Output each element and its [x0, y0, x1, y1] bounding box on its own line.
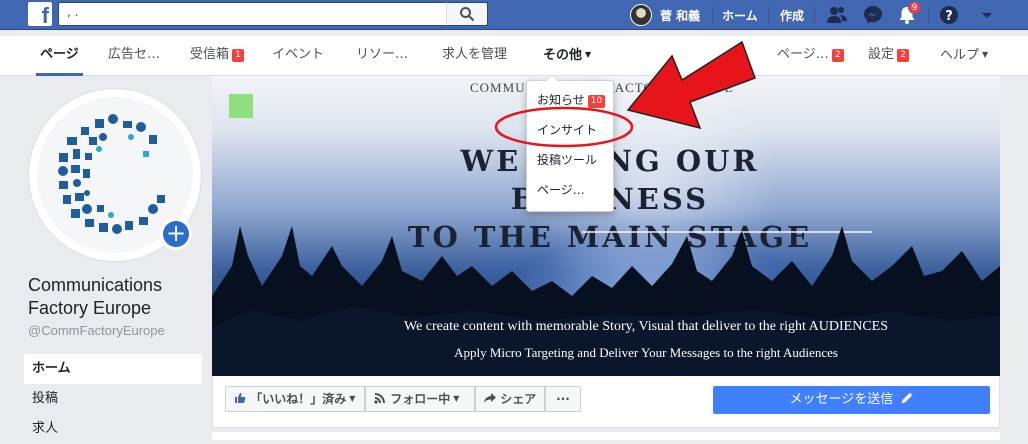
- user-name: 菅 和義: [660, 8, 701, 23]
- menu-item-publishing-tools[interactable]: 投稿ツール: [537, 151, 597, 168]
- content-card-top: [212, 432, 1000, 440]
- tab-resources[interactable]: リソー…: [356, 36, 408, 76]
- tab-label: ページ: [40, 47, 79, 62]
- follow-label: フォロー中: [390, 392, 451, 406]
- caret-down-icon[interactable]: [976, 4, 998, 26]
- send-message-button[interactable]: メッセージを送信: [713, 386, 990, 414]
- menu-item-notifications[interactable]: お知らせ 10: [537, 91, 606, 108]
- tab-label: ページ…: [777, 47, 829, 62]
- divider: [712, 7, 713, 23]
- tab-inbox[interactable]: 受信箱 1: [190, 36, 245, 76]
- tab-help[interactable]: ヘルプ ▼: [940, 36, 988, 76]
- tab-page-roles[interactable]: ページ… 2: [777, 36, 844, 76]
- more-options-button[interactable]: ···: [545, 386, 581, 412]
- top-bar: f , . 菅 和義 ホーム 作成 9 ?: [0, 0, 1028, 30]
- notifications-badge: 10: [587, 95, 606, 108]
- facebook-logo[interactable]: f: [28, 2, 52, 26]
- messenger-icon[interactable]: [862, 4, 884, 26]
- menu-item-label: 投稿ツール: [537, 153, 598, 167]
- divider: [768, 7, 769, 23]
- page-handle[interactable]: @CommFactoryEurope: [28, 323, 165, 338]
- tab-label: 設定: [868, 47, 895, 62]
- add-photo-button[interactable]: +: [160, 218, 192, 250]
- menu-item-label: インサイト: [537, 123, 598, 137]
- side-nav-posts[interactable]: 投稿: [24, 384, 202, 414]
- tab-label: その他: [543, 48, 583, 63]
- caret-down-icon: ▼: [982, 50, 989, 59]
- divider: [814, 7, 815, 23]
- caret-down-icon: ▼: [453, 394, 460, 403]
- page-nav: ページ 広告セ… 受信箱 1 イベント リソー… 求人を管理 その他 ▼ ページ… 2…: [0, 36, 1028, 76]
- divider: [928, 7, 929, 23]
- settings-badge: 2: [897, 49, 910, 62]
- search-button[interactable]: [446, 2, 488, 26]
- share-label: シェア: [500, 392, 537, 406]
- tab-label: 求人を管理: [442, 47, 508, 62]
- more-dropdown-menu: お知らせ 10 インサイト 投稿ツール ページ…: [526, 74, 614, 212]
- page-title: Communications Factory Europe: [28, 275, 163, 318]
- inbox-badge: 1: [232, 49, 245, 62]
- thumbs-up-icon: [235, 393, 246, 403]
- page-badge: 2: [831, 49, 844, 62]
- tab-label: リソー…: [356, 47, 409, 62]
- pencil-icon: [902, 392, 914, 404]
- send-message-label: メッセージを送信: [789, 392, 894, 407]
- side-nav: ホーム 投稿 求人: [24, 354, 202, 444]
- caret-down-icon: ▼: [585, 50, 592, 59]
- menu-item-label: お知らせ: [537, 93, 585, 107]
- plus-icon: +: [163, 221, 189, 247]
- tab-more[interactable]: その他 ▼: [543, 36, 591, 76]
- tab-label: 広告セ…: [108, 47, 161, 62]
- page-action-bar: 「いいね！」済み ▼ フォロー中 ▼ シェア ··· メッセージを送信: [212, 376, 1000, 428]
- more-options-label: ···: [556, 392, 570, 406]
- search-input-value: , .: [67, 5, 79, 19]
- tab-ads-center[interactable]: 広告セ…: [108, 36, 160, 76]
- cover-caption-1: We create content with memorable Story, …: [403, 319, 889, 334]
- tab-settings[interactable]: 設定 2: [868, 36, 910, 76]
- tab-label: 受信箱: [190, 47, 230, 62]
- tab-events[interactable]: イベント: [272, 36, 324, 76]
- like-label: 「いいね！」済み: [250, 392, 347, 406]
- help-icon[interactable]: ?: [938, 4, 960, 26]
- svg-text:?: ?: [945, 9, 953, 24]
- avatar: [630, 4, 652, 26]
- menu-item-label: ページ…: [537, 183, 585, 197]
- friends-icon[interactable]: [826, 4, 848, 26]
- menu-item-page[interactable]: ページ…: [537, 181, 585, 198]
- like-button[interactable]: 「いいね！」済み ▼: [225, 386, 365, 412]
- search-icon: [460, 7, 475, 22]
- search-input[interactable]: , .: [58, 2, 488, 26]
- tab-label: イベント: [272, 47, 325, 62]
- menu-item-insights[interactable]: インサイト: [537, 121, 597, 138]
- notification-badge: 9: [908, 1, 921, 14]
- profile-link[interactable]: 菅 和義: [630, 3, 700, 27]
- follow-button[interactable]: フォロー中 ▼: [365, 386, 475, 412]
- create-link[interactable]: 作成: [780, 7, 804, 24]
- green-square: [229, 94, 253, 118]
- tab-page[interactable]: ページ: [36, 36, 83, 76]
- tab-manage-jobs[interactable]: 求人を管理: [442, 36, 507, 76]
- share-button[interactable]: シェア: [475, 386, 545, 412]
- home-link[interactable]: ホーム: [722, 7, 758, 24]
- cover-caption-2: Apply Micro Targeting and Deliver Your M…: [454, 345, 838, 360]
- share-icon: [484, 393, 496, 403]
- rss-icon: [374, 393, 385, 404]
- side-nav-home[interactable]: ホーム: [24, 354, 202, 384]
- tab-label: ヘルプ: [940, 48, 980, 63]
- caret-down-icon: ▼: [349, 394, 356, 403]
